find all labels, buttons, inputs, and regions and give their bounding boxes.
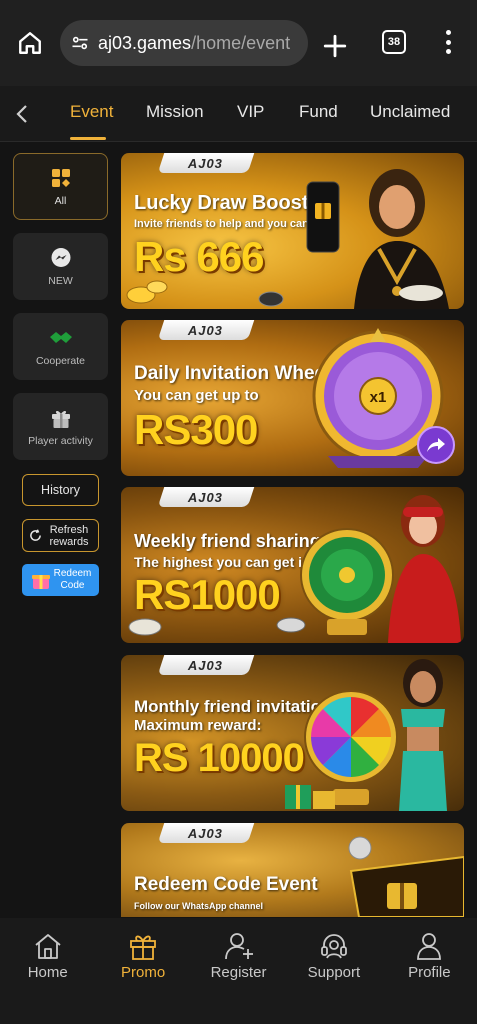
- banner-title: Lucky Draw Boost: [134, 192, 309, 214]
- banner-subtitle: The highest you can get is: [134, 554, 310, 570]
- banner-daily-wheel[interactable]: AJ03 Daily Invitation Wheel You can get …: [121, 320, 464, 476]
- bottom-navigation: Home Promo Register Support Profile: [0, 918, 477, 1024]
- banner-subtitle: Follow our WhatsApp channel: [134, 901, 263, 911]
- tab-vip[interactable]: VIP: [237, 102, 264, 122]
- category-all[interactable]: All: [13, 153, 108, 220]
- banner-subtitle: Invite friends to help and you can get: [134, 218, 329, 230]
- phone-gift-illustration: [306, 181, 340, 253]
- banner-amount: RS 10000: [134, 736, 305, 780]
- dot-icon: [445, 30, 451, 35]
- new-tab-button[interactable]: [322, 33, 348, 59]
- chevron-left-icon: [16, 104, 27, 123]
- nav-label: Promo: [121, 964, 166, 981]
- url-host: aj03.games: [98, 32, 192, 53]
- home-icon: [32, 930, 64, 962]
- banner-subtitle: You can get up to: [134, 387, 259, 404]
- nav-label: Home: [27, 964, 68, 981]
- brand-logo: AJ03: [157, 320, 255, 340]
- gift-box-icon: [31, 575, 50, 589]
- banner-title: Daily Invitation Wheel: [134, 363, 331, 384]
- gift-icon: [49, 406, 73, 430]
- coin-illustration: [348, 836, 372, 860]
- nav-label: Support: [307, 964, 361, 981]
- nav-profile[interactable]: Profile: [382, 918, 477, 1024]
- brand-logo: AJ03: [157, 153, 255, 173]
- banner-amount: RS300: [134, 406, 258, 453]
- tab-switcher-button[interactable]: 38: [382, 30, 406, 54]
- refresh-rewards-button[interactable]: Refresh rewards: [22, 519, 99, 552]
- nav-home[interactable]: Home: [0, 918, 95, 1024]
- share-icon[interactable]: [417, 426, 455, 464]
- address-bar[interactable]: aj03.games/home/event: [60, 20, 308, 66]
- plus-icon: [323, 34, 347, 58]
- grid-icon: [49, 166, 73, 190]
- messenger-icon: [49, 246, 73, 270]
- site-settings-icon[interactable]: [70, 33, 90, 53]
- category-player-activity[interactable]: Player activity: [13, 393, 108, 460]
- banner-subtitle: Maximum reward:: [134, 717, 262, 734]
- nav-register[interactable]: Register: [191, 918, 286, 1024]
- category-label: All: [54, 195, 67, 207]
- category-label: Cooperate: [35, 355, 86, 367]
- headset-icon: [318, 930, 350, 962]
- category-label: Player activity: [28, 435, 93, 447]
- redeem-code-button[interactable]: Redeem Code: [22, 564, 99, 596]
- category-new[interactable]: NEW: [13, 233, 108, 300]
- history-button[interactable]: History: [22, 474, 99, 506]
- gift-boxes-illustration: [285, 785, 335, 809]
- chips-illustration: [128, 617, 306, 636]
- nav-support[interactable]: Support: [286, 918, 381, 1024]
- banner-weekly-sharing[interactable]: AJ03 Weekly friend sharing The highest y…: [121, 487, 464, 643]
- nav-label: Profile: [408, 964, 451, 981]
- category-cooperate[interactable]: Cooperate: [13, 313, 108, 380]
- banner-title: Redeem Code Event: [134, 874, 318, 895]
- coins-illustration: [126, 280, 443, 307]
- browser-home-button[interactable]: [12, 25, 48, 61]
- home-icon: [19, 32, 41, 54]
- dot-icon: [445, 49, 451, 54]
- banner-lucky-draw[interactable]: AJ03 Lucky Draw Boost Invite friends to …: [121, 153, 464, 309]
- banner-redeem-code[interactable]: AJ03 Redeem Code Event Follow our WhatsA…: [121, 823, 464, 917]
- tab-mission[interactable]: Mission: [146, 102, 204, 122]
- browser-menu-button[interactable]: [440, 30, 456, 54]
- dot-icon: [445, 39, 451, 45]
- redeem-label-1: Redeem: [53, 568, 92, 579]
- refresh-icon: [30, 529, 41, 541]
- back-button[interactable]: [0, 86, 44, 142]
- banner-monthly-invitations[interactable]: AJ03 Monthly friend invitations Maximum …: [121, 655, 464, 811]
- tab-event[interactable]: Event: [70, 102, 113, 122]
- user-icon: [413, 930, 445, 962]
- nav-label: Register: [210, 964, 267, 981]
- event-tabs: Event Mission VIP Fund Unclaimed: [0, 86, 477, 142]
- redeem-label-2: Code: [60, 580, 85, 591]
- category-label: NEW: [48, 275, 73, 287]
- banner-title: Weekly friend sharing: [134, 531, 321, 551]
- browser-toolbar: aj03.games/home/event 38: [0, 0, 477, 86]
- refresh-rewards-label: Refresh rewards: [49, 523, 89, 548]
- handshake-icon: [49, 326, 73, 350]
- brand-logo: AJ03: [157, 823, 255, 843]
- tab-fund[interactable]: Fund: [299, 102, 338, 122]
- gift-icon: [127, 930, 159, 962]
- brand-logo: AJ03: [157, 655, 255, 675]
- wheel-center-label: x1: [370, 389, 387, 406]
- tab-unclaimed[interactable]: Unclaimed: [370, 102, 450, 122]
- add-user-icon: [223, 930, 255, 962]
- url-path: /home/event: [191, 32, 291, 53]
- woman-green-outfit-illustration: [399, 659, 447, 811]
- nav-promo[interactable]: Promo: [95, 918, 190, 1024]
- brand-logo: AJ03: [157, 487, 255, 507]
- active-tab-indicator: [70, 137, 106, 140]
